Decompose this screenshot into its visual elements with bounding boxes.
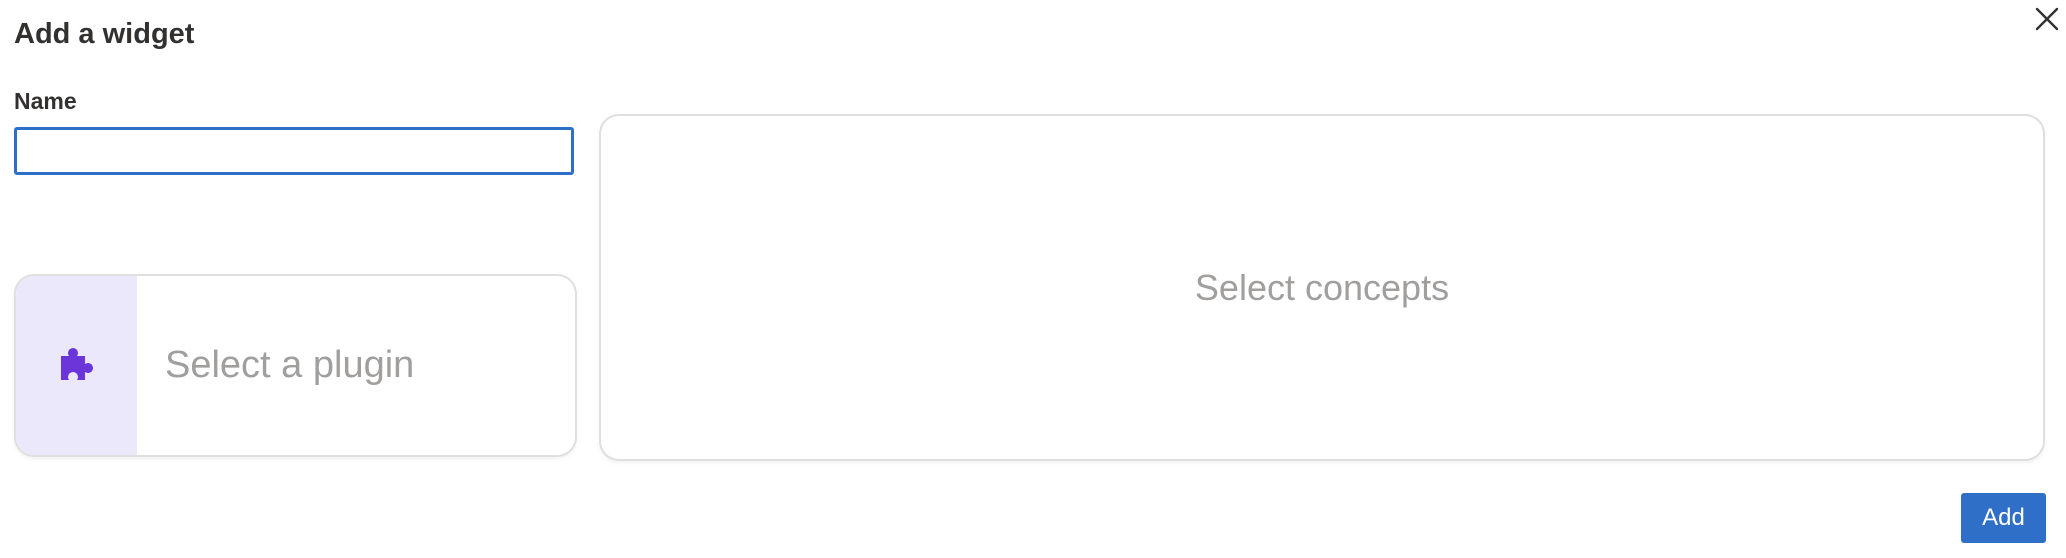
add-widget-dialog: Add a widget Name Select a plugin Select…: [0, 0, 2066, 558]
puzzle-piece-icon: [60, 347, 93, 380]
dialog-title: Add a widget: [14, 18, 195, 50]
concepts-label: Select concepts: [1194, 266, 1450, 308]
close-icon: [2035, 7, 2059, 31]
plugin-selector[interactable]: Select a plugin: [14, 274, 577, 457]
add-button[interactable]: Add: [1961, 493, 2046, 543]
plugin-label: Select a plugin: [165, 344, 415, 386]
plugin-icon-area: [16, 276, 137, 455]
name-label: Name: [14, 88, 77, 114]
concepts-selector[interactable]: Select concepts: [599, 114, 2045, 461]
name-input[interactable]: [14, 127, 574, 175]
close-button[interactable]: [2030, 2, 2064, 36]
